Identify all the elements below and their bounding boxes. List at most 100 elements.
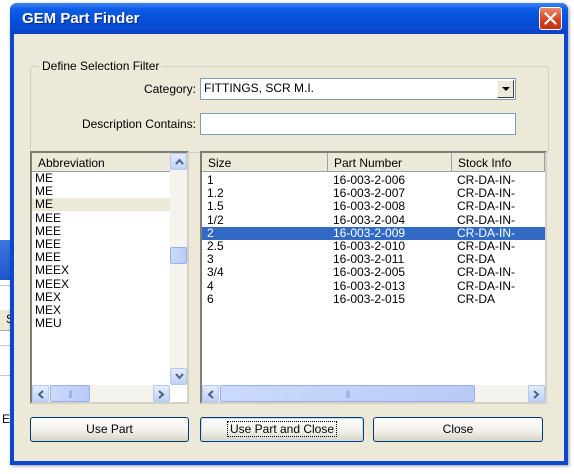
size-cell: 3/4 [207,266,224,280]
scroll-down-button[interactable] [170,368,187,385]
list-item[interactable]: MEE [32,223,170,238]
abbreviation-text: MEE [35,250,62,265]
size-cell: 1.2 [207,187,224,201]
dropdown-arrow-button[interactable] [497,80,514,98]
size-cell: 1.5 [207,200,224,214]
list-item[interactable]: MEX [32,289,170,304]
chevron-left-icon [207,390,214,399]
scroll-thumb[interactable] [170,247,187,264]
scroll-up-button[interactable] [170,153,187,170]
list-item[interactable]: MEEX [32,264,170,277]
description-input[interactable] [200,113,516,135]
list-item[interactable]: MEE [32,210,170,225]
part-number-cell: 16-003-2-015 [333,292,406,306]
size-cell: 4 [207,279,214,293]
use-part-label: Use Part [86,422,133,436]
part-number-cell: 16-003-2-013 [333,279,406,293]
group-label: Define Selection Filter [39,59,163,73]
part-number-cell: 16-003-2-007 [333,187,406,201]
stock-info-cell: CR-DA-IN- [457,266,515,280]
abbreviation-text: MEEX [35,263,70,278]
abbreviation-horizontal-scrollbar[interactable]: ||| [32,385,170,402]
stock-info-cell: CR-DA-IN- [457,200,515,214]
category-value: FITTINGS, SCR M.I. [204,81,314,95]
abbreviation-text: MEU [35,316,62,331]
table-row[interactable]: 1.2 16-003-2-007 CR-DA-IN- [202,187,545,200]
abbreviation-text: MEE [35,210,62,225]
part-number-cell: 16-003-2-008 [333,200,406,214]
size-cell: 2.5 [207,240,224,253]
list-item[interactable]: MEU [32,317,170,330]
scroll-right-button[interactable] [528,385,545,402]
column-header-abbreviation[interactable]: Abbreviation [32,153,171,172]
table-row[interactable]: 6 16-003-2-015 CR-DA [202,293,545,306]
list-item[interactable]: MEE [32,238,170,251]
list-item[interactable]: MEX [32,304,170,317]
scroll-right-button[interactable] [153,385,170,402]
chevron-right-icon [158,390,165,399]
column-header-size[interactable]: Size [202,153,328,172]
abbreviation-text: MEEX [35,276,70,291]
stock-info-cell: CR-DA-IN- [457,213,515,227]
list-item[interactable]: ME [32,172,170,185]
scroll-left-button[interactable] [202,385,219,402]
column-header-part-number[interactable]: Part Number [328,153,452,172]
table-row[interactable]: 4 16-003-2-013 CR-DA-IN- [202,280,545,293]
part-number-cell: 16-003-2-004 [333,213,406,227]
abbreviation-text: ME [35,197,53,212]
table-row[interactable]: 1.5 16-003-2-008 CR-DA-IN- [202,200,545,213]
description-label: Description Contains: [81,117,196,131]
table-row[interactable]: 3 16-003-2-011 CR-DA [202,253,545,266]
chevron-down-icon [502,87,510,91]
abbreviation-text: MEX [35,303,62,317]
abbreviation-list[interactable]: Abbreviation ME ME ME MEE MEE MEE MEE MEEX MEEX M… [30,151,189,404]
chevron-right-icon [533,390,540,399]
close-button[interactable]: Close [373,417,543,442]
part-finder-dialog: GEM Part Finder Define Selection Filter … [10,3,568,465]
scroll-left-button[interactable] [32,385,49,402]
dialog-titlebar[interactable]: GEM Part Finder [10,3,568,34]
part-number-cell: 16-003-2-010 [333,240,406,253]
table-row[interactable]: 2 16-003-2-009 CR-DA-IN- [202,226,545,240]
abbreviation-text: ME [35,184,53,199]
list-item[interactable]: MEEX [32,276,170,291]
list-item[interactable]: MEE [32,251,170,264]
stock-info-cell: CR-DA-IN- [457,279,515,293]
table-row[interactable]: 2.5 16-003-2-010 CR-DA-IN- [202,240,545,253]
table-row[interactable]: 3/4 16-003-2-005 CR-DA-IN- [202,266,545,279]
scroll-thumb[interactable]: ||| [50,385,90,402]
abbreviation-text: MEX [35,289,62,304]
close-icon [544,12,557,25]
dialog-title: GEM Part Finder [22,10,140,27]
table-row[interactable]: 1 16-003-2-006 CR-DA-IN- [202,174,545,187]
table-row[interactable]: 1/2 16-003-2-004 CR-DA-IN- [202,214,545,227]
list-item[interactable]: ME [32,185,170,198]
abbreviation-vertical-scrollbar[interactable] [170,153,187,385]
abbreviation-text: MEE [35,223,62,238]
abbreviation-text: MEE [35,237,62,251]
part-number-cell: 16-003-2-009 [333,226,406,240]
stock-info-cell: CR-DA-IN- [457,240,515,253]
parts-list[interactable]: Size Part Number Stock Info 1 16-003-2-00… [200,151,547,404]
close-label: Close [442,422,474,436]
chevron-down-icon [175,373,184,380]
part-number-cell: 16-003-2-005 [333,266,406,280]
parts-horizontal-scrollbar[interactable]: ||| [202,385,545,402]
stock-info-cell: CR-DA [457,253,495,267]
list-item[interactable]: ME [32,197,170,212]
chevron-left-icon [37,390,44,399]
category-dropdown[interactable]: FITTINGS, SCR M.I. [200,78,516,100]
size-cell: 1/2 [207,213,224,227]
close-window-button[interactable] [539,7,562,30]
chevron-up-icon [175,158,184,165]
use-part-button[interactable]: Use Part [30,417,189,442]
category-label: Category: [143,82,196,96]
size-cell: 1 [207,174,214,187]
part-number-cell: 16-003-2-006 [333,174,406,187]
stock-info-cell: CR-DA-IN- [457,187,515,201]
column-header-stock-info[interactable]: Stock Info [452,153,545,172]
use-part-and-close-button[interactable]: Use Part and Close [200,417,364,442]
stock-info-cell: CR-DA-IN- [457,174,515,187]
scroll-thumb[interactable]: ||| [220,385,475,402]
dialog-body: Define Selection Filter Category: FITTIN… [14,34,564,461]
